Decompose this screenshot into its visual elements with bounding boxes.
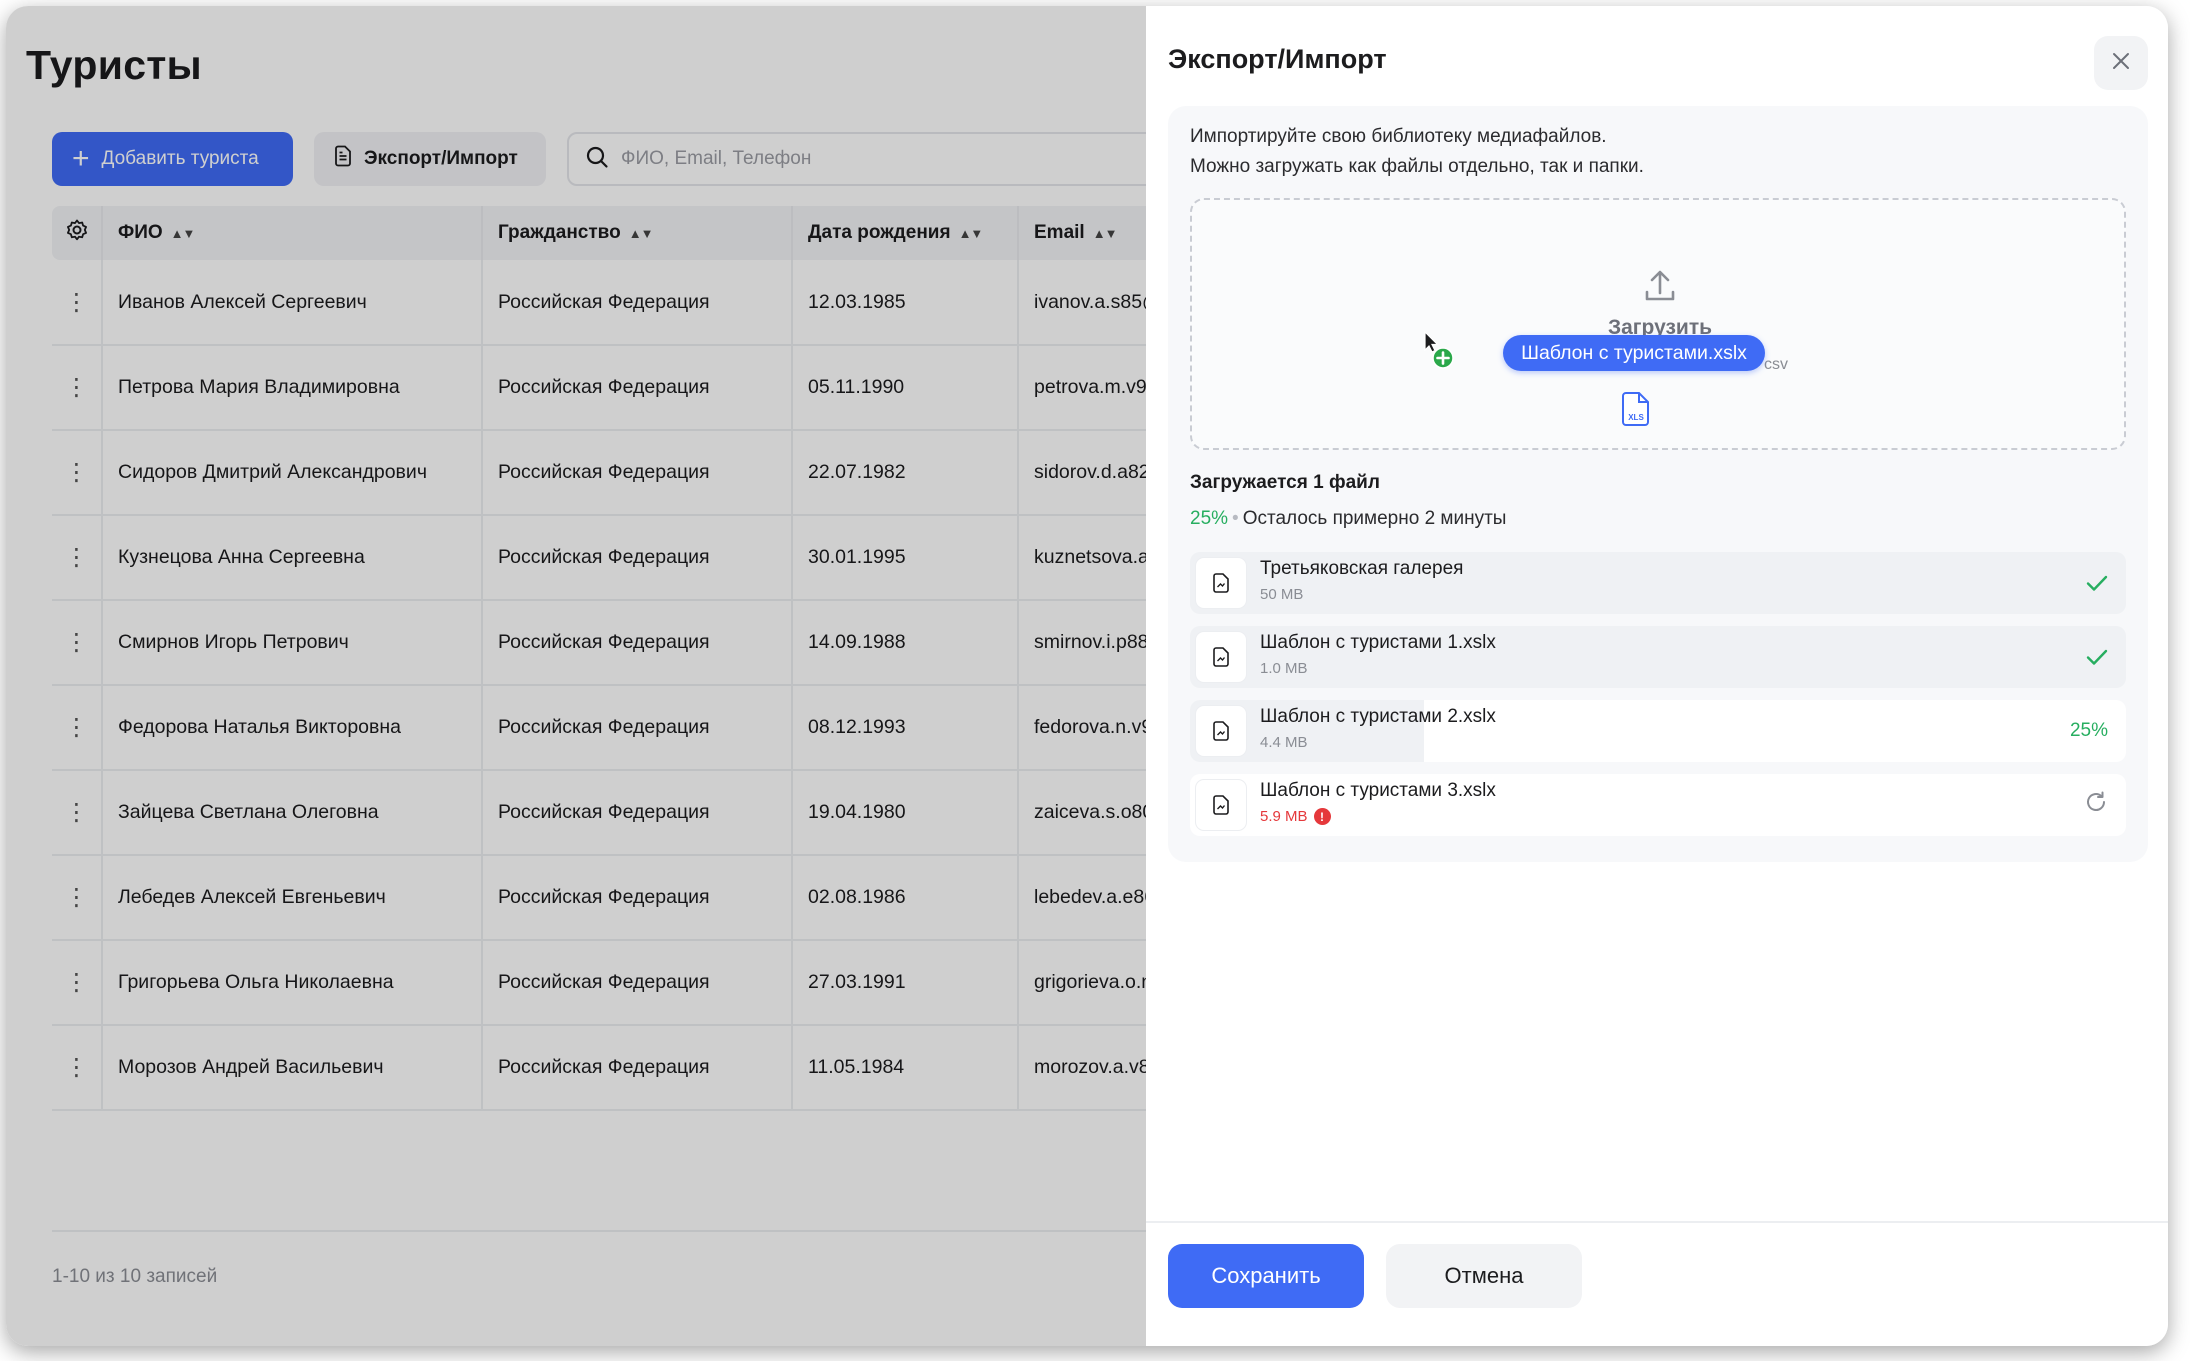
close-button[interactable] [2094, 36, 2148, 90]
check-icon [2086, 552, 2108, 614]
svg-text:XLS: XLS [1628, 413, 1644, 422]
file-icon [1196, 558, 1246, 608]
check-icon [2086, 626, 2108, 688]
import-description: Импортируйте свою библиотеку медиафайлов… [1190, 122, 1644, 182]
separator-dot: • [1232, 508, 1239, 529]
intro-line: Импортируйте свою библиотеку медиафайлов… [1190, 126, 1607, 147]
progress-percent: 25% [1190, 508, 1229, 529]
file-size: 1.0 MB [1260, 660, 1308, 677]
progress-remaining: Осталось примерно 2 минуты [1242, 508, 1507, 529]
intro-line: Можно загружать как файлы отдельно, так … [1190, 156, 1644, 177]
file-item[interactable]: Шаблон с туристами 3.xslx 5.9 MB ! [1190, 774, 2126, 836]
upload-dropzone[interactable]: Загрузить csv XLS Шаблон с туристами.xsl… [1190, 198, 2126, 450]
file-size: 4.4 MB [1260, 734, 1308, 751]
file-size-value: 50 MB [1260, 586, 1304, 603]
file-name: Шаблон с туристами 2.xslx [1260, 706, 1496, 727]
dragging-file-chip: Шаблон с туристами.xslx [1503, 335, 1765, 371]
add-cursor-icon [1422, 330, 1454, 375]
panel-title: Экспорт/Импорт [1168, 44, 1387, 74]
retry-button[interactable] [2084, 774, 2108, 836]
retry-icon [2084, 790, 2108, 820]
allowed-formats: csv [1764, 356, 1788, 373]
file-icon [1196, 706, 1246, 756]
file-name: Третьяковская галерея [1260, 558, 1464, 579]
modal-backdrop[interactable] [6, 6, 1146, 1346]
divider [1146, 1221, 2168, 1223]
file-item[interactable]: Шаблон с туристами 2.xslx 4.4 MB 25% [1190, 700, 2126, 762]
close-icon [2112, 52, 2130, 75]
xls-file-icon: XLS [1622, 392, 1650, 431]
file-icon [1196, 632, 1246, 682]
uploading-title: Загружается 1 файл [1190, 472, 1380, 493]
tourists-page: Туристы + Добавить туриста Экспорт/Импор… [6, 6, 1187, 1346]
file-name: Шаблон с туристами 3.xslx [1260, 780, 1496, 801]
file-size-value: 5.9 MB [1260, 808, 1308, 825]
import-section: Импортируйте свою библиотеку медиафайлов… [1168, 106, 2148, 862]
file-item[interactable]: Третьяковская галерея 50 MB [1190, 552, 2126, 614]
file-size-value: 1.0 MB [1260, 660, 1308, 677]
cancel-button[interactable]: Отмена [1386, 1244, 1582, 1308]
upload-icon [1642, 268, 1678, 309]
file-size-value: 4.4 MB [1260, 734, 1308, 751]
error-icon[interactable]: ! [1313, 808, 1331, 825]
file-item[interactable]: Шаблон с туристами 1.xslx 1.0 MB [1190, 626, 2126, 688]
upload-progress-summary: 25% • Осталось примерно 2 минуты [1190, 508, 1506, 530]
app-window: Туристы + Добавить туриста Экспорт/Импор… [6, 6, 2168, 1346]
file-size: 5.9 MB ! [1260, 808, 1331, 825]
export-import-panel: Экспорт/Импорт Импортируйте свою библиот… [1146, 6, 2168, 1346]
file-size: 50 MB [1260, 586, 1303, 603]
save-button[interactable]: Сохранить [1168, 1244, 1364, 1308]
file-name: Шаблон с туристами 1.xslx [1260, 632, 1496, 653]
file-progress-percent: 25% [2069, 720, 2108, 741]
file-icon [1196, 780, 1246, 830]
